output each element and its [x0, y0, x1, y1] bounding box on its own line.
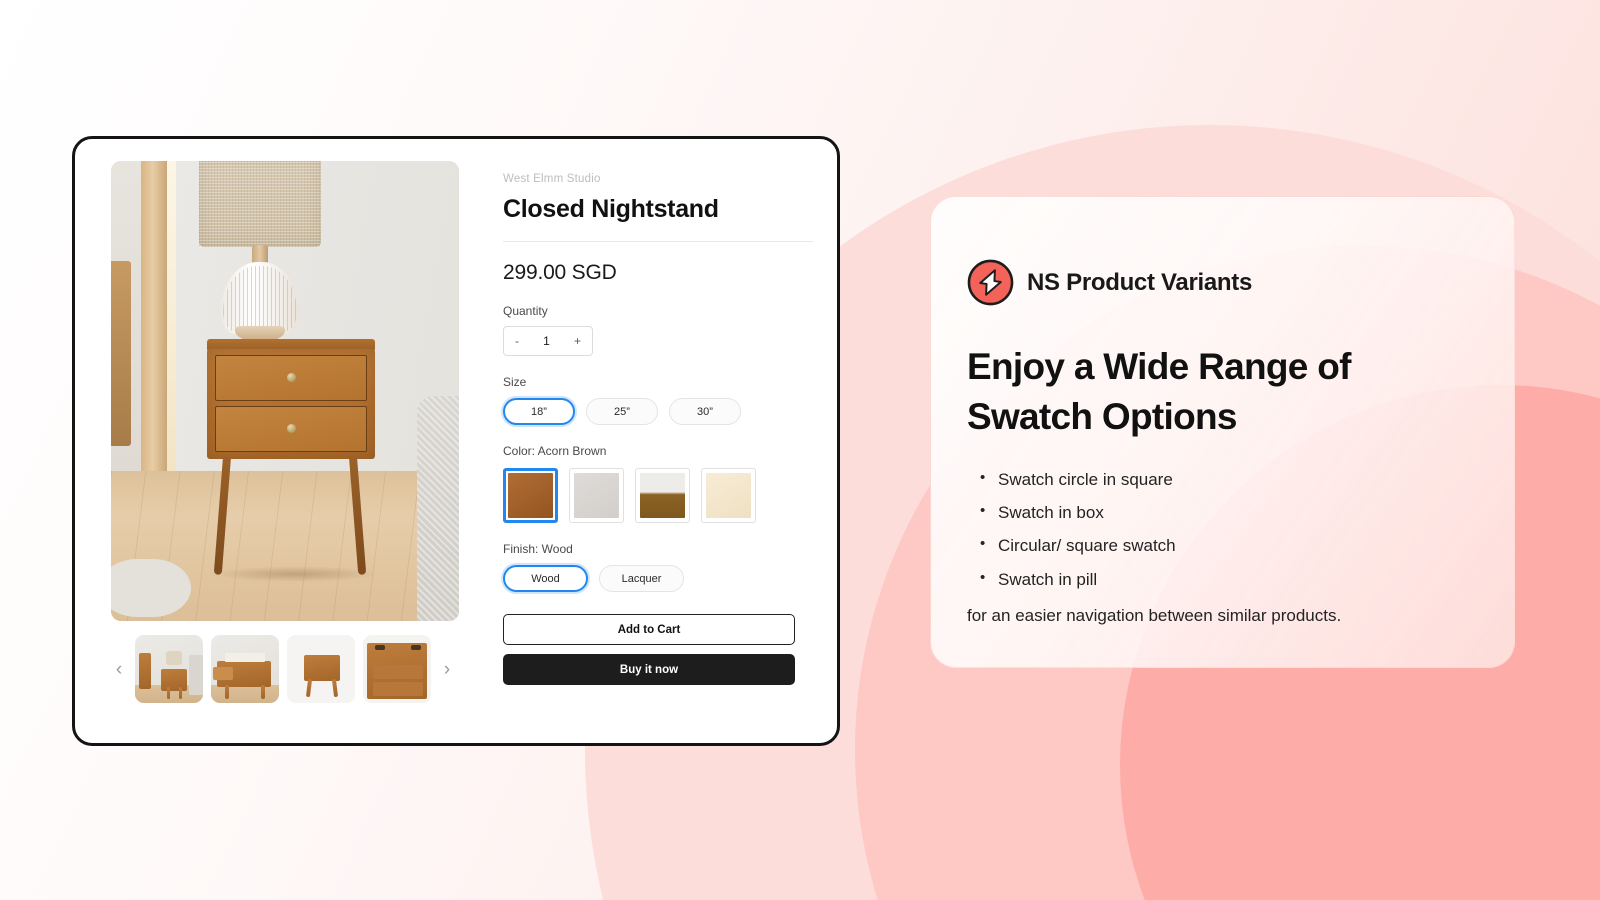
- finish-label: Finish: Wood: [503, 542, 573, 556]
- product-title: Closed Nightstand: [503, 195, 719, 223]
- quantity-stepper[interactable]: - 1 +: [503, 326, 593, 356]
- promo-feature-item: Circular/ square swatch: [967, 535, 1458, 556]
- promo-feature-item: Swatch in pill: [967, 569, 1458, 590]
- promo-brand-name: NS Product Variants: [1027, 268, 1253, 296]
- product-info-panel: West Elmm Studio Closed Nightstand 299.0…: [463, 161, 813, 723]
- promo-feature-item: Swatch circle in square: [967, 469, 1458, 490]
- thumbnail-2[interactable]: [211, 635, 279, 703]
- size-option-25[interactable]: 25”: [586, 398, 658, 425]
- finish-option-wood[interactable]: Wood: [503, 565, 588, 592]
- thumbnail-1[interactable]: [135, 635, 203, 703]
- product-price: 299.00 SGD: [503, 261, 617, 284]
- promo-card: NS Product Variants Enjoy a Wide Range o…: [930, 196, 1515, 668]
- thumbnail-3[interactable]: [287, 635, 355, 703]
- thumbnail-strip: ‹ ›: [111, 635, 463, 703]
- color-swatch-row: [503, 468, 813, 523]
- color-swatch-cream[interactable]: [701, 468, 756, 523]
- promo-feature-item: Swatch in box: [967, 502, 1458, 523]
- add-to-cart-button[interactable]: Add to Cart: [503, 614, 795, 645]
- ns-bolt-logo-icon: [967, 259, 1014, 306]
- finish-option-lacquer[interactable]: Lacquer: [599, 565, 684, 592]
- size-option-18[interactable]: 18”: [503, 398, 575, 425]
- buy-it-now-button[interactable]: Buy it now: [503, 654, 795, 685]
- promo-feature-list: Swatch circle in square Swatch in box Ci…: [967, 469, 1458, 591]
- title-divider: [503, 241, 813, 242]
- gallery-next-arrow-icon[interactable]: ›: [439, 660, 455, 679]
- color-label: Color: Acorn Brown: [503, 444, 607, 458]
- color-swatch-white-oak-two-tone[interactable]: [635, 468, 690, 523]
- product-hero-image[interactable]: [111, 161, 459, 621]
- product-gallery: ‹ ›: [111, 161, 463, 723]
- quantity-value[interactable]: 1: [543, 334, 550, 348]
- product-detail-card: ‹ › West Elmm Studio Closed Nightstand 2…: [72, 136, 840, 746]
- finish-option-row: Wood Lacquer: [503, 565, 813, 592]
- promo-closing-text: for an easier navigation between similar…: [967, 606, 1342, 626]
- size-option-30[interactable]: 30”: [669, 398, 741, 425]
- quantity-increase-button[interactable]: +: [574, 334, 581, 348]
- size-option-row: 18” 25” 30”: [503, 398, 813, 425]
- quantity-label: Quantity: [503, 304, 548, 318]
- promo-brand: NS Product Variants: [967, 259, 1458, 306]
- color-swatch-acorn-brown[interactable]: [503, 468, 558, 523]
- thumbnail-4[interactable]: [363, 635, 431, 703]
- promo-headline: Enjoy a Wide Range of Swatch Options: [967, 346, 1351, 438]
- color-swatch-light-grey[interactable]: [569, 468, 624, 523]
- size-label: Size: [503, 375, 527, 389]
- product-vendor: West Elmm Studio: [503, 173, 601, 185]
- quantity-decrease-button[interactable]: -: [515, 334, 519, 348]
- gallery-prev-arrow-icon[interactable]: ‹: [111, 660, 127, 679]
- cta-group: Add to Cart Buy it now: [503, 614, 813, 685]
